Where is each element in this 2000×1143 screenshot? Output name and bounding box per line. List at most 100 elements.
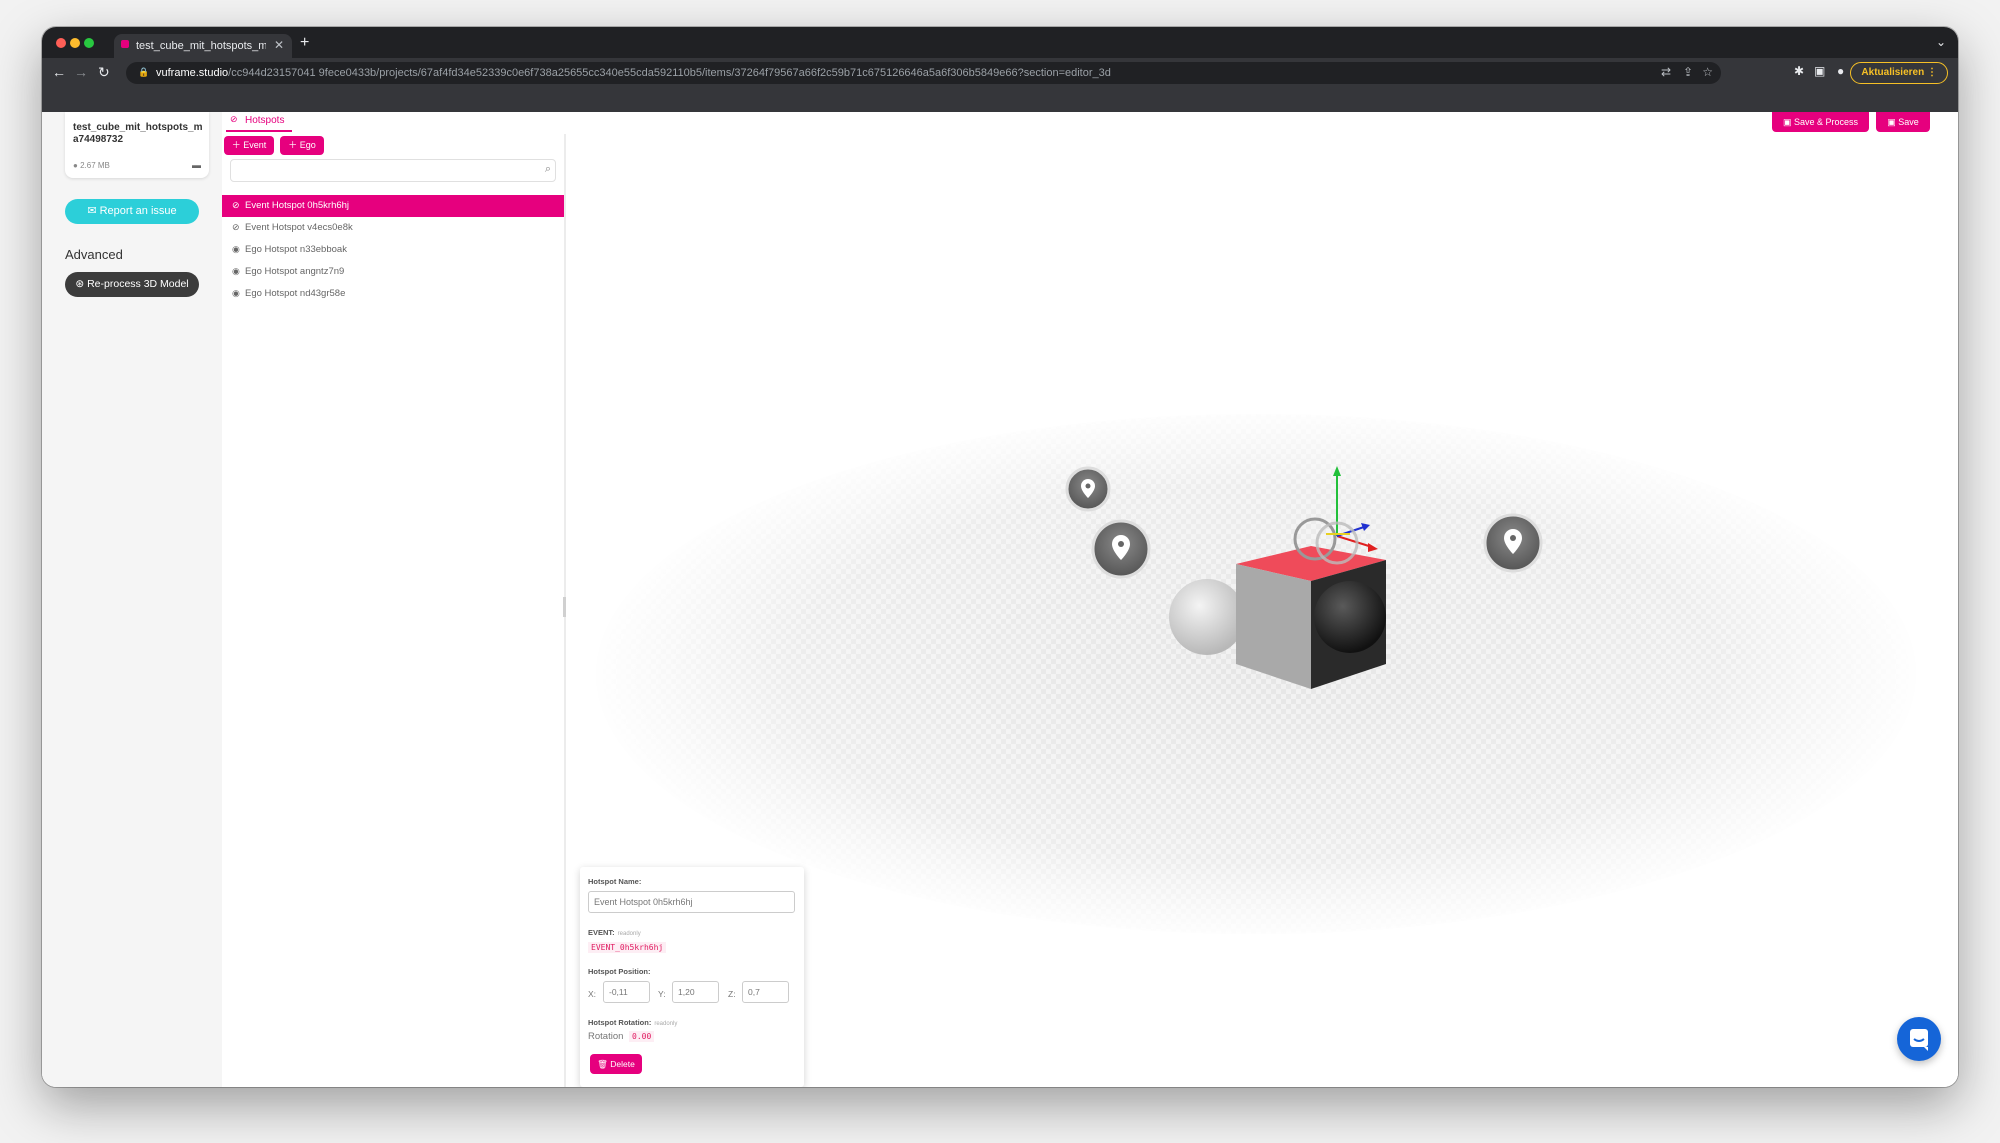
hotspots-panel: ⊘ Hotspots ＋ Event ＋ Ego ⌕ ⊘ Event Hotsp… bbox=[222, 112, 564, 1087]
mail-icon: ✉ bbox=[87, 205, 97, 217]
save-process-button[interactable]: ▣ Save & Process bbox=[1772, 112, 1869, 132]
side-panel-icon[interactable]: ▣ bbox=[1814, 64, 1825, 78]
reprocess-icon: ⊛ bbox=[75, 278, 85, 290]
position-label: Hotspot Position: bbox=[588, 967, 651, 976]
check-circle-icon: ⊘ bbox=[230, 114, 238, 124]
chat-icon bbox=[1910, 1029, 1928, 1051]
hotspot-name-input[interactable]: Event Hotspot 0h5krh6hj bbox=[588, 891, 795, 913]
tab-search-icon[interactable]: ⌄ bbox=[1936, 35, 1946, 49]
url-host: vuframe.studio bbox=[156, 67, 229, 79]
position-y-input[interactable]: 1,20 bbox=[672, 981, 719, 1003]
hotspot-item-label: Event Hotspot v4ecs0e8k bbox=[245, 222, 353, 233]
address-bar[interactable]: 🔒 vuframe.studio/cc944d23157041 9fece043… bbox=[126, 62, 1721, 84]
report-issue-label: Report an issue bbox=[99, 205, 177, 217]
browser-window: test_cube_mit_hotspots_ma74 ✕ + ⌄ ← → ↻ … bbox=[42, 27, 1958, 1087]
save-button[interactable]: ▣ Save bbox=[1876, 112, 1930, 132]
lock-icon: 🔒 bbox=[138, 67, 150, 77]
bookmark-star-icon[interactable]: ☆ bbox=[1702, 65, 1713, 79]
hotspot-search-input[interactable]: ⌕ bbox=[230, 159, 556, 182]
tab-close-icon[interactable]: ✕ bbox=[274, 38, 284, 52]
back-icon[interactable]: ← bbox=[52, 64, 66, 80]
rotation-label: Hotspot Rotation: readonly bbox=[588, 1018, 677, 1027]
browser-tab[interactable]: test_cube_mit_hotspots_ma74 ✕ bbox=[114, 34, 292, 58]
reprocess-label: Re-process 3D Model bbox=[87, 278, 189, 290]
chat-launcher-button[interactable] bbox=[1897, 1017, 1941, 1061]
hotspot-pin-icon[interactable] bbox=[1483, 513, 1543, 573]
tab-favicon-icon bbox=[121, 40, 129, 48]
zoom-window-button[interactable] bbox=[84, 38, 94, 48]
hotspot-name-label: Hotspot Name: bbox=[588, 877, 642, 886]
add-ego-label: Ego bbox=[299, 140, 316, 150]
x-label: X: bbox=[588, 989, 597, 999]
rotation-label-text: Hotspot Rotation: bbox=[588, 1018, 652, 1027]
advanced-heading: Advanced bbox=[65, 247, 123, 262]
save-icon: ▣ bbox=[1887, 117, 1896, 127]
file-size-value: 2.67 MB bbox=[80, 161, 110, 170]
tab-strip: test_cube_mit_hotspots_ma74 ✕ + ⌄ bbox=[42, 27, 1958, 58]
z-label: Z: bbox=[728, 989, 736, 999]
browser-toolbar: ← → ↻ 🔒 vuframe.studio/cc944d23157041 9f… bbox=[42, 58, 1958, 88]
app-content: test_cube_mit_hotspots_ma74498732 ● 2.67… bbox=[42, 112, 1958, 1087]
rotation-value: 0.00 bbox=[629, 1031, 655, 1042]
eye-icon: ◉ bbox=[232, 266, 240, 276]
tab-title: test_cube_mit_hotspots_ma74 bbox=[136, 40, 266, 52]
new-tab-button[interactable]: + bbox=[300, 34, 309, 52]
position-z-input[interactable]: 0,7 bbox=[742, 981, 789, 1003]
hotspot-item-label: Event Hotspot 0h5krh6hj bbox=[245, 200, 350, 211]
hotspot-pin-icon[interactable] bbox=[1065, 466, 1111, 512]
hotspot-item[interactable]: ◉ Ego Hotspot n33ebboak bbox=[222, 239, 564, 261]
check-circle-icon: ⊘ bbox=[232, 222, 240, 232]
event-readonly-hint: readonly bbox=[617, 931, 641, 937]
extensions-icon[interactable]: ✱ bbox=[1794, 64, 1804, 78]
save-process-label: Save & Process bbox=[1794, 117, 1859, 127]
hotspot-item-label: Ego Hotspot angntz7n9 bbox=[245, 266, 345, 277]
save-icon: ▣ bbox=[1782, 117, 1792, 127]
rotation-text: Rotation bbox=[588, 1031, 624, 1042]
file-name: test_cube_mit_hotspots_ma74498732 bbox=[73, 122, 203, 145]
add-ego-button[interactable]: ＋ Ego bbox=[280, 136, 324, 155]
save-label: Save bbox=[1898, 117, 1919, 127]
black-sphere[interactable] bbox=[1314, 581, 1386, 653]
rotation-row: Rotation 0.00 bbox=[588, 1031, 655, 1042]
file-size: ● 2.67 MB bbox=[73, 161, 110, 170]
search-icon: ⌕ bbox=[544, 163, 551, 175]
file-card[interactable]: test_cube_mit_hotspots_ma74498732 ● 2.67… bbox=[65, 112, 209, 178]
folder-icon[interactable]: ▬ bbox=[192, 160, 201, 170]
position-x-input[interactable]: -0,11 bbox=[603, 981, 650, 1003]
delete-button[interactable]: 🗑 Delete bbox=[590, 1054, 642, 1074]
rotation-readonly-hint: readonly bbox=[654, 1021, 678, 1027]
eye-icon: ◉ bbox=[232, 244, 240, 254]
update-label: Aktualisieren bbox=[1861, 67, 1925, 78]
disk-icon: ● bbox=[73, 161, 78, 170]
white-sphere[interactable] bbox=[1169, 579, 1245, 655]
close-window-button[interactable] bbox=[56, 38, 66, 48]
forward-icon[interactable]: → bbox=[74, 64, 88, 80]
hotspot-item-label: Ego Hotspot nd43gr58e bbox=[245, 288, 346, 299]
hotspot-item[interactable]: ◉ Ego Hotspot angntz7n9 bbox=[222, 261, 564, 283]
url-path: /cc944d23157041 9fece0433b/projects/67af… bbox=[228, 67, 1111, 79]
add-event-button[interactable]: ＋ Event bbox=[224, 136, 274, 155]
share-icon[interactable]: ⇪ bbox=[1683, 65, 1693, 79]
delete-label: Delete bbox=[610, 1059, 635, 1069]
translate-icon[interactable]: ⇄ bbox=[1661, 65, 1671, 79]
reload-icon[interactable]: ↻ bbox=[98, 64, 110, 81]
hotspot-item[interactable]: ⊘ Event Hotspot 0h5krh6hj bbox=[222, 195, 564, 217]
hotspot-item[interactable]: ◉ Ego Hotspot nd43gr58e bbox=[222, 283, 564, 305]
reprocess-model-button[interactable]: ⊛ Re-process 3D Model bbox=[65, 272, 199, 297]
update-button[interactable]: Aktualisieren ⋮ bbox=[1850, 62, 1948, 84]
hotspot-item[interactable]: ⊘ Event Hotspot v4ecs0e8k bbox=[222, 217, 564, 239]
y-label: Y: bbox=[658, 989, 666, 999]
url-text: vuframe.studio/cc944d23157041 9fece0433b… bbox=[156, 67, 1111, 79]
tab-hotspots-label: Hotspots bbox=[245, 115, 285, 126]
profile-icon[interactable]: ● bbox=[1837, 64, 1844, 78]
3d-viewport[interactable]: Hotspot Name: Event Hotspot 0h5krh6hj EV… bbox=[566, 134, 1958, 1087]
trash-icon: 🗑 bbox=[597, 1059, 608, 1069]
tab-hotspots[interactable]: ⊘ Hotspots bbox=[226, 112, 292, 132]
check-circle-icon: ⊘ bbox=[232, 200, 240, 210]
hotspot-item-label: Ego Hotspot n33ebboak bbox=[245, 244, 347, 255]
report-issue-button[interactable]: ✉ Report an issue bbox=[65, 199, 199, 224]
minimize-window-button[interactable] bbox=[70, 38, 80, 48]
hotspot-pin-icon[interactable] bbox=[1091, 519, 1151, 579]
add-event-label: Event bbox=[243, 140, 267, 150]
event-label-text: EVENT: bbox=[588, 928, 615, 937]
